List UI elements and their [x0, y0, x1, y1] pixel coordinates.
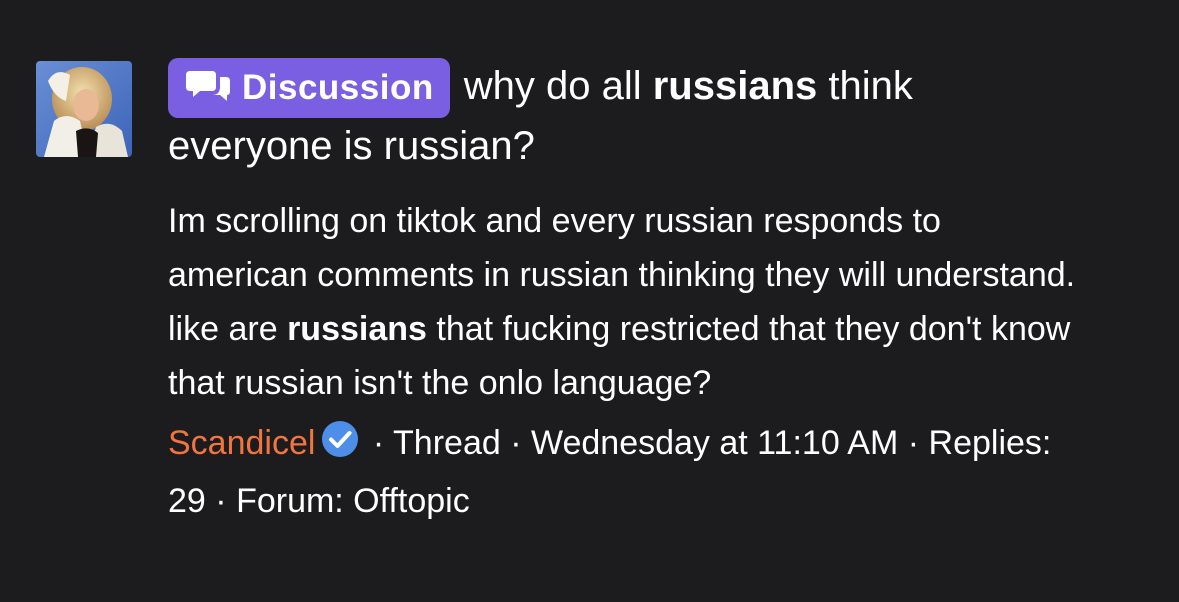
discussion-badge[interactable]: Discussion: [168, 58, 450, 118]
badge-label: Discussion: [242, 68, 434, 107]
user-avatar-image: [36, 61, 132, 157]
title-highlight: russians: [652, 64, 818, 108]
chat-bubbles-icon: [186, 69, 230, 107]
thread-title[interactable]: Discussion why do all russians think ever…: [168, 56, 1088, 176]
snippet-highlight: russians: [287, 310, 427, 348]
forum-link[interactable]: Forum: Offtopic: [236, 482, 470, 520]
thread-meta: Scandicel · Thread · Wednesday at 11:10 …: [168, 416, 1088, 528]
user-avatar[interactable]: [36, 61, 132, 157]
result-content: Discussion why do all russians think ever…: [168, 56, 1088, 528]
verified-check-icon: [321, 420, 359, 474]
title-text-pre: why do all: [463, 64, 642, 108]
thread-type: · Thread ·: [372, 424, 522, 462]
thread-snippet: Im scrolling on tiktok and every russian…: [168, 194, 1088, 410]
forum-separator: ·: [215, 482, 227, 520]
thread-date: Wednesday at 11:10 AM: [530, 424, 899, 462]
meta-separator: ·: [907, 424, 920, 462]
author-link[interactable]: Scandicel: [168, 424, 315, 462]
